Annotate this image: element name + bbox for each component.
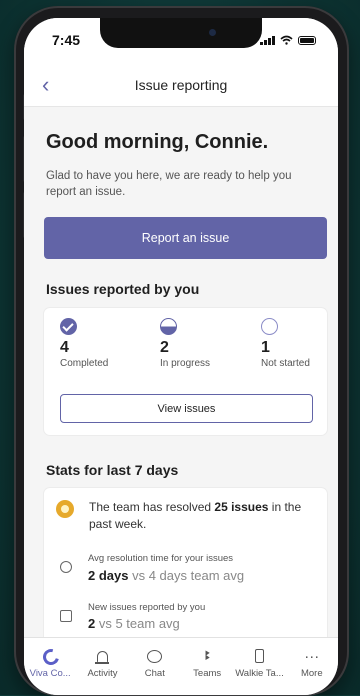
signal-icon	[260, 35, 275, 45]
tab-label: More	[300, 668, 323, 679]
empty-circle-icon	[261, 318, 278, 335]
tab-teams[interactable]: ꔪ Teams	[181, 638, 233, 695]
greeting-subtext: Glad to have you here, we are ready to h…	[46, 170, 292, 198]
inbox-icon	[60, 610, 72, 622]
tab-label: Teams	[193, 668, 222, 679]
resolved-summary: The team has resolved 25 issues in the p…	[89, 500, 302, 531]
stat-not-started[interactable]: 1 Not started	[261, 318, 310, 369]
stat-label: Not started	[261, 358, 310, 369]
teams-icon: ꔪ	[204, 648, 211, 663]
main-content[interactable]: Good morning, Connie. Glad to have you h…	[24, 107, 338, 638]
tab-label: Activity	[87, 668, 118, 679]
check-circle-icon	[60, 318, 77, 335]
report-issue-button[interactable]: Report an issue	[44, 217, 327, 259]
viva-connections-icon	[42, 648, 58, 664]
stat-completed[interactable]: 4 Completed	[60, 318, 108, 369]
award-icon	[56, 500, 74, 518]
page-title: Issue reporting	[134, 77, 228, 93]
camera	[209, 29, 216, 36]
clock-icon	[60, 561, 72, 573]
battery-icon	[298, 35, 316, 45]
tab-walkie-talkie[interactable]: Walkie Ta...	[233, 638, 285, 695]
walkie-talkie-icon	[254, 649, 264, 663]
stats-card: The team has resolved 25 issues in the p…	[44, 488, 327, 638]
greeting-heading: Good morning, Connie.	[46, 131, 269, 153]
bottom-tab-bar: Viva Co... Activity Chat ꔪ Teams Walkie …	[24, 637, 338, 695]
avg-resolution-value: 2 days vs 4 days team avg	[88, 568, 245, 583]
view-issues-button[interactable]: View issues	[60, 394, 313, 423]
tab-label: Viva Co...	[29, 668, 71, 679]
issues-section-title: Issues reported by you	[46, 281, 200, 297]
status-time: 7:45	[52, 32, 81, 48]
new-issues-value: 2 vs 5 team avg	[88, 616, 180, 631]
phone-screen: 7:45 ‹ Issue reporting Good morning, Con…	[24, 18, 338, 695]
nav-bar: ‹ Issue reporting	[24, 66, 338, 107]
stat-count: 2	[160, 339, 169, 356]
stat-label: In progress	[160, 358, 211, 369]
stat-count: 4	[60, 339, 69, 356]
issues-card: 4 Completed 2 In progress 1 Not started …	[44, 308, 327, 435]
half-circle-icon	[160, 318, 177, 335]
tab-activity[interactable]: Activity	[76, 638, 128, 695]
bell-icon	[94, 650, 109, 664]
stat-in-progress[interactable]: 2 In progress	[160, 318, 210, 369]
stats-section-title: Stats for last 7 days	[46, 462, 179, 478]
tab-chat[interactable]: Chat	[129, 638, 181, 695]
chat-icon	[147, 649, 163, 663]
tab-label: Chat	[144, 668, 165, 679]
tab-label: Walkie Ta...	[235, 668, 284, 679]
avg-resolution-label: Avg resolution time for your issues	[88, 553, 234, 564]
more-icon: ···	[304, 647, 320, 665]
notch	[100, 18, 262, 48]
stat-label: Completed	[60, 358, 109, 369]
status-icons	[260, 35, 316, 45]
stat-count: 1	[261, 339, 270, 356]
new-issues-label: New issues reported by you	[88, 602, 206, 613]
tab-more[interactable]: ··· More	[286, 638, 338, 695]
tab-viva-connections[interactable]: Viva Co...	[24, 638, 76, 695]
wifi-icon	[280, 35, 293, 45]
